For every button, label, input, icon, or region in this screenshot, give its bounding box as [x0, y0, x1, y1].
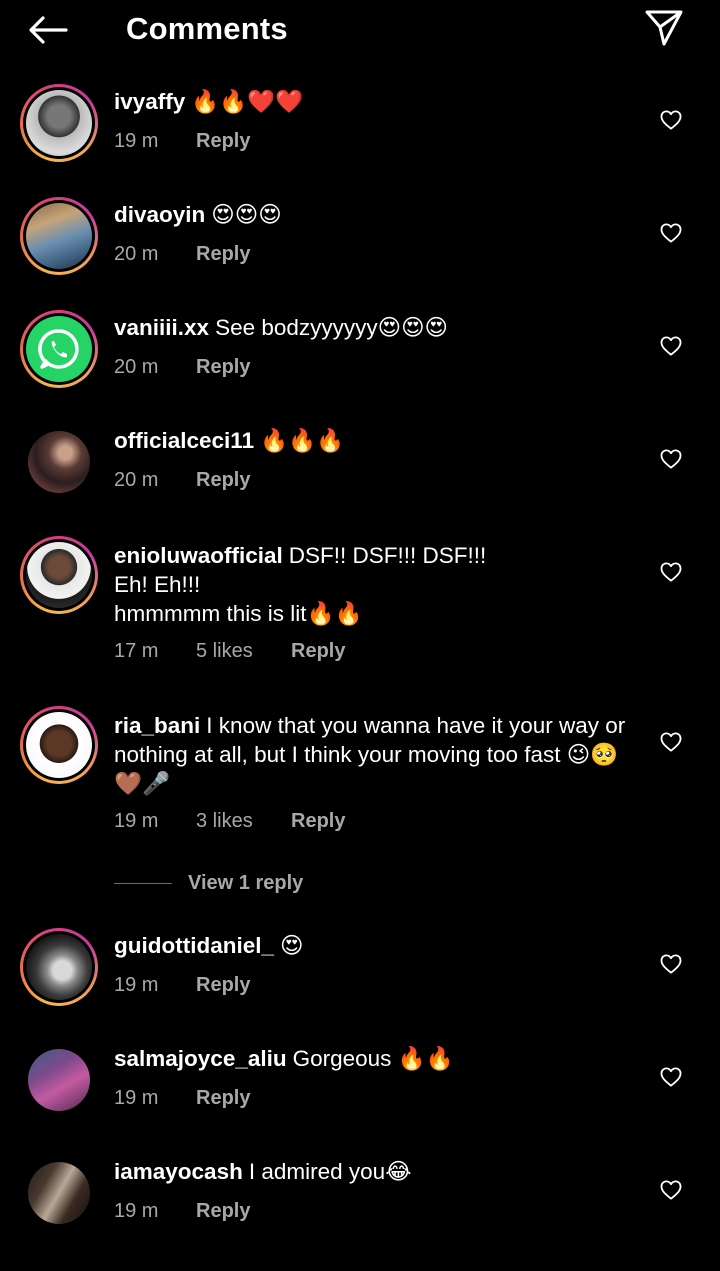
like-button[interactable]: [656, 444, 686, 474]
reply-button[interactable]: Reply: [196, 971, 250, 999]
reply-button[interactable]: Reply: [291, 637, 345, 665]
like-button[interactable]: [656, 218, 686, 248]
heart-icon: [660, 449, 682, 469]
comment-username[interactable]: salmajoyce_aliu: [114, 1046, 287, 1071]
avatar[interactable]: [20, 1041, 98, 1119]
comment-text-line: Eh! Eh!!!: [114, 572, 201, 597]
comment-text: 🔥🔥❤️❤️: [191, 89, 304, 114]
comment-text: Gorgeous 🔥🔥: [292, 1046, 454, 1071]
avatar[interactable]: [20, 536, 98, 614]
comment-likes[interactable]: 5 likes: [196, 637, 291, 665]
comment-text-line: hmmmmm this is lit🔥🔥: [114, 601, 363, 626]
comment-meta: 20 m Reply: [114, 353, 250, 381]
comment-meta: 20 m Reply: [114, 240, 250, 268]
reply-button[interactable]: Reply: [196, 1197, 250, 1225]
top-bar: Comments: [0, 0, 720, 58]
comment-username[interactable]: ivyaffy: [114, 89, 185, 114]
whatsapp-icon: [38, 329, 79, 369]
comment-username[interactable]: ria_bani: [114, 713, 200, 738]
avatar[interactable]: [20, 1154, 98, 1232]
heart-icon: [660, 1067, 682, 1087]
like-button[interactable]: [656, 1175, 686, 1205]
comment-username[interactable]: guidottidaniel_: [114, 933, 274, 958]
reply-button[interactable]: Reply: [196, 240, 250, 268]
comment-username[interactable]: enioluwaofficial: [114, 543, 283, 568]
avatar[interactable]: [20, 84, 98, 162]
view-replies-label: View 1 reply: [188, 871, 304, 894]
arrow-left-icon: [29, 16, 68, 44]
avatar[interactable]: [20, 197, 98, 275]
comment-meta: 20 m Reply: [114, 466, 250, 494]
page-title: Comments: [126, 11, 288, 46]
comment-time: 19 m: [114, 810, 159, 832]
comment-username[interactable]: officialceci11: [114, 428, 254, 453]
comment-meta: 19 m Reply: [114, 971, 250, 999]
comment-time: 19 m: [114, 1087, 159, 1109]
like-button[interactable]: [656, 727, 686, 757]
comment-meta: 19 m 3 likes Reply: [114, 807, 345, 835]
comment-text: I admired you😂: [248, 1159, 412, 1184]
comment-time: 19 m: [114, 1200, 159, 1222]
share-button[interactable]: [640, 6, 688, 50]
avatar[interactable]: [20, 423, 98, 501]
comment-likes[interactable]: 3 likes: [196, 807, 291, 835]
comment-meta: 19 m Reply: [114, 1197, 250, 1225]
avatar[interactable]: [20, 928, 98, 1006]
reply-button[interactable]: Reply: [196, 466, 250, 494]
reply-button[interactable]: Reply: [291, 807, 345, 835]
heart-icon: [660, 732, 682, 752]
comment-username[interactable]: vaniiii.xx: [114, 315, 209, 340]
comment-time: 19 m: [114, 974, 159, 996]
comment-username[interactable]: iamayocash: [114, 1159, 243, 1184]
heart-icon: [660, 1180, 682, 1200]
comment-username[interactable]: divaoyin: [114, 202, 205, 227]
heart-icon: [660, 336, 682, 356]
heart-icon: [660, 954, 682, 974]
comment-meta: 19 m Reply: [114, 127, 250, 155]
heart-icon: [660, 110, 682, 130]
comment-time: 20 m: [114, 243, 159, 265]
comment-text: 😍😍😍: [211, 202, 282, 227]
divider: [114, 882, 172, 884]
reply-button[interactable]: Reply: [196, 353, 250, 381]
comment-time: 17 m: [114, 640, 159, 662]
like-button[interactable]: [656, 105, 686, 135]
like-button[interactable]: [656, 1062, 686, 1092]
like-button[interactable]: [656, 331, 686, 361]
comment-meta: 19 m Reply: [114, 1084, 250, 1112]
reply-button[interactable]: Reply: [196, 127, 250, 155]
comment-text: DSF!! DSF!!! DSF!!!: [288, 543, 487, 568]
comment-meta: 17 m 5 likes Reply: [114, 637, 345, 665]
paper-plane-icon: [645, 10, 683, 46]
avatar[interactable]: [20, 310, 98, 388]
comment-time: 20 m: [114, 469, 159, 491]
avatar[interactable]: [20, 706, 98, 784]
back-button[interactable]: [26, 10, 70, 50]
like-button[interactable]: [656, 557, 686, 587]
comment-text: 🔥🔥🔥: [260, 428, 345, 453]
like-button[interactable]: [656, 949, 686, 979]
comment-time: 20 m: [114, 356, 159, 378]
comment-text: 😍: [280, 933, 304, 958]
reply-button[interactable]: Reply: [196, 1084, 250, 1112]
view-replies-button[interactable]: View 1 reply: [114, 868, 303, 898]
comment-time: 19 m: [114, 130, 159, 152]
heart-icon: [660, 562, 682, 582]
comment-text: See bodzyyyyyy😍😍😍: [215, 315, 449, 340]
heart-icon: [660, 223, 682, 243]
